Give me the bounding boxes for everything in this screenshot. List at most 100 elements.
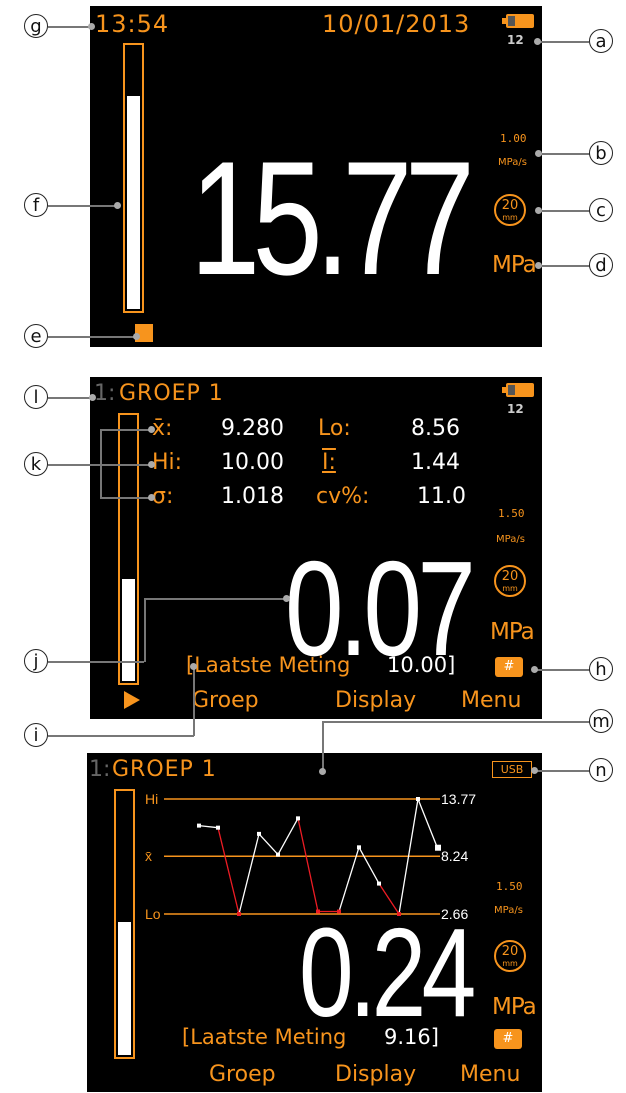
screen-statistics: 1: GROEP 1 12 x̄: 9.280 Lo: 8.56 Hi: 10.…: [90, 377, 542, 719]
load-bar-fill: [127, 96, 140, 309]
clock-time: 13:54: [95, 10, 170, 38]
area-circle-icon: 20 mm: [494, 940, 526, 972]
data-point: [435, 844, 441, 851]
ref-label-mean: x̄: [145, 848, 152, 864]
callout-h: h: [589, 657, 613, 681]
rate-unit: MPa/s: [498, 157, 527, 168]
area-circle-value: 20: [501, 569, 519, 584]
hash-button[interactable]: #: [495, 657, 523, 677]
battery-icon: [502, 383, 534, 397]
leader-f: [48, 205, 118, 207]
callout-b: b: [589, 141, 613, 165]
leader-dot-j: [283, 595, 290, 602]
rate-unit: MPa/s: [494, 905, 523, 916]
leader-dot-a: [534, 38, 541, 45]
menu-groep-button[interactable]: Groep: [192, 688, 259, 713]
callout-n: n: [589, 758, 613, 782]
leader-b: [540, 153, 590, 155]
leader-dot-m: [319, 768, 326, 775]
series-segment: [258, 833, 279, 856]
leader-e: [48, 336, 136, 338]
ref-value-mean: 8.24: [441, 848, 468, 864]
stat-mean-label: x̄:: [152, 416, 173, 441]
stat-sigma-label: σ:: [152, 484, 174, 509]
rate-value: 1.50: [498, 507, 525, 520]
hash-label: #: [502, 1031, 514, 1046]
data-point: [237, 912, 241, 916]
leader-g: [48, 26, 92, 28]
rate-unit: MPa/s: [496, 534, 525, 545]
leader-i: [48, 735, 194, 737]
leader-d: [540, 265, 590, 267]
stat-lo-value: 8.56: [411, 416, 460, 441]
leader-dot-n: [531, 767, 538, 774]
data-point: [357, 845, 361, 850]
leader-c: [540, 210, 590, 212]
data-point: [257, 831, 261, 836]
menu-menu-button[interactable]: Menu: [460, 1062, 520, 1087]
leader-dot-b: [535, 150, 542, 157]
area-circle-icon: 20 mm: [494, 565, 526, 597]
screen-main-reading: 13:54 10/01/2013 12 1.00 MPa/s 20 mm MPa…: [90, 6, 542, 347]
leader-k-mid: [100, 464, 152, 466]
leader-dot-k2: [148, 461, 155, 468]
menu-groep-button[interactable]: Groep: [209, 1062, 276, 1087]
callout-g: g: [24, 14, 48, 38]
leader-m: [323, 721, 591, 723]
series-segment: [358, 847, 380, 884]
callout-l: l: [24, 385, 48, 409]
callout-i: i: [24, 723, 48, 747]
load-bar: [118, 413, 139, 685]
leader-dot-i: [190, 663, 197, 670]
callout-f: f: [24, 193, 48, 217]
leader-l: [48, 397, 92, 399]
callout-c: c: [589, 198, 613, 222]
callout-j: j: [24, 649, 48, 673]
leader-n: [534, 770, 590, 772]
hash-button[interactable]: #: [494, 1029, 522, 1049]
leader-k-vertical: [100, 429, 102, 497]
stat-sigma-value: 1.018: [221, 484, 284, 509]
menu-menu-button[interactable]: Menu: [461, 688, 521, 713]
area-circle-icon: 20 mm: [494, 194, 526, 226]
last-reading-label: [Laatste Meting: [182, 1025, 347, 1049]
data-point: [377, 881, 381, 886]
area-circle-unit: mm: [502, 213, 518, 222]
group-name: GROEP 1: [119, 381, 224, 406]
leader-i-vertical: [193, 665, 195, 736]
leader-j-vertical: [144, 598, 146, 662]
area-circle-value: 20: [501, 198, 519, 213]
data-point: [216, 825, 220, 830]
leader-dot-e: [133, 333, 140, 340]
play-arrow-icon[interactable]: [124, 691, 140, 709]
leader-dot-k1: [148, 426, 155, 433]
leader-dot-k3: [148, 494, 155, 501]
unit-label: MPa: [492, 994, 537, 1020]
stat-mean-value: 9.280: [221, 416, 284, 441]
stat-cv-label: cv%:: [316, 484, 370, 509]
series-segment: [198, 824, 219, 829]
stat-hi-label: Hi:: [152, 450, 183, 475]
leader-dot-f: [114, 202, 121, 209]
callout-a: a: [589, 29, 613, 53]
series-segment: [297, 818, 319, 912]
rate-value: 1.50: [496, 880, 523, 893]
leader-dot-d: [535, 262, 542, 269]
load-bar: [123, 43, 144, 313]
leader-k-top: [100, 429, 152, 431]
menu-display-button[interactable]: Display: [335, 688, 416, 713]
leader-dot-c: [535, 207, 542, 214]
series-segment: [238, 833, 260, 915]
area-circle-value: 20: [501, 944, 519, 959]
stat-range-value: 1.44: [411, 450, 460, 475]
leader-dot-g: [88, 23, 95, 30]
data-point: [276, 852, 280, 857]
leader-m-vertical: [322, 721, 324, 771]
menu-display-button[interactable]: Display: [335, 1062, 416, 1087]
area-circle-unit: mm: [502, 584, 518, 593]
screen-graph: 1: GROEP 1 USB Hi 13.77 x̄ 8.24 Lo 2.66 1.50 …: [87, 753, 542, 1092]
callout-m: m: [589, 709, 613, 733]
callout-e: e: [24, 324, 48, 348]
battery-icon: [502, 14, 534, 28]
last-reading-value: 10.00]: [387, 653, 456, 677]
